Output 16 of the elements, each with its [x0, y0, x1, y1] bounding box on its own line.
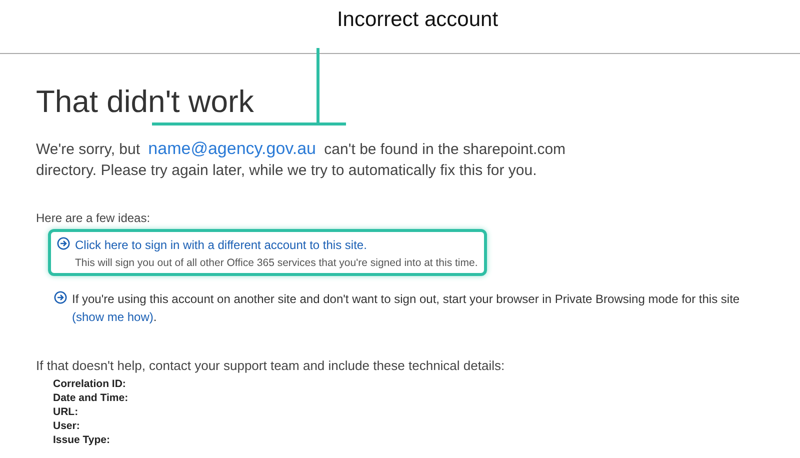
idea-text: If you're using this account on another site and don't want to sign out, start your browser in Private Browsing mode for this site (show me how).	[72, 292, 740, 324]
arrow-circle-icon	[57, 237, 70, 250]
sign-in-link[interactable]: Click here to sign in with a different account to this site.	[75, 238, 367, 252]
page-heading: That didn't work	[36, 84, 255, 120]
detail-label: Issue Type:	[53, 433, 111, 447]
detail-label: User:	[53, 419, 81, 433]
help-text: If that doesn't help, contact your support team and include these technical details:	[36, 358, 506, 373]
callout-label: Incorrect account	[336, 8, 498, 32]
detail-label: URL:	[53, 405, 80, 419]
ideas-heading: Here are a few ideas:	[36, 211, 152, 225]
message-text: We're sorry, but name@agency.gov.au can't be found in the sharepoint.com directory. Please try again later, while we try to automatically fix this for you.	[36, 138, 567, 181]
detail-label: Date and Time:	[53, 391, 130, 405]
show-me-how-link[interactable]: (show me how)	[72, 310, 154, 324]
detail-label: Correlation ID:	[53, 377, 127, 391]
idea-note: This will sign you out of all other Office 365 services that you're signed into at this time.	[75, 257, 478, 269]
arrow-circle-icon	[54, 291, 67, 304]
